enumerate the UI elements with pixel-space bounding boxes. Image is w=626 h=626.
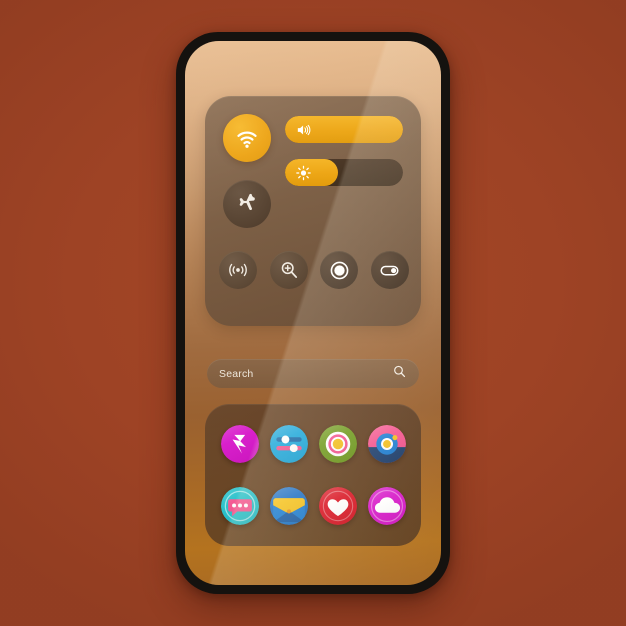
brightness-icon: [295, 164, 312, 181]
app-icon-settings[interactable]: [269, 425, 308, 463]
app-icon-gallery[interactable]: [318, 425, 357, 463]
camera-lens-icon: [367, 425, 406, 463]
app-icon-mail[interactable]: [269, 487, 308, 525]
phone-device: Search: [176, 32, 450, 594]
app-icon-camera[interactable]: [367, 425, 406, 463]
app-icon-bolt[interactable]: [220, 425, 259, 463]
app-cell-messages[interactable]: [218, 480, 261, 532]
app-cell-health[interactable]: [316, 480, 359, 532]
envelope-icon: [269, 487, 308, 525]
app-icon-health[interactable]: [318, 487, 357, 525]
airplane-mode-toggle-button[interactable]: [223, 180, 271, 228]
heart-icon: [318, 487, 357, 525]
phone-screen: Search: [185, 41, 441, 585]
search-icon[interactable]: [392, 364, 407, 384]
quick-actions-row: [219, 248, 409, 292]
app-icon-cloud[interactable]: [367, 487, 406, 525]
app-grid: [218, 418, 408, 532]
wifi-icon: [237, 131, 257, 148]
app-cell-camera[interactable]: [365, 418, 408, 470]
target-rings-icon: [318, 425, 357, 463]
record-circle-icon: [330, 261, 349, 279]
app-cell-bolt[interactable]: [218, 418, 261, 470]
search-bar[interactable]: Search: [207, 359, 419, 388]
cloud-icon: [367, 487, 406, 525]
screen-record-button[interactable]: [320, 251, 359, 289]
hotspot-icon: [229, 263, 247, 277]
app-cell-cloud[interactable]: [365, 480, 408, 532]
control-center-panel: [205, 96, 421, 326]
app-cell-gallery[interactable]: [316, 418, 359, 470]
app-dock-panel: [205, 404, 421, 546]
toggle-switch-icon: [380, 265, 399, 275]
magnifier-plus-icon: [281, 262, 297, 278]
wifi-toggle-button[interactable]: [223, 114, 271, 162]
chat-bubble-icon: [220, 487, 259, 525]
quick-toggle-button[interactable]: [370, 251, 409, 289]
brightness-slider[interactable]: [285, 159, 403, 186]
app-icon-messages[interactable]: [220, 487, 259, 525]
volume-slider[interactable]: [285, 116, 403, 143]
sliders-icon: [269, 425, 308, 463]
app-cell-settings[interactable]: [267, 418, 310, 470]
hotspot-button[interactable]: [219, 251, 257, 289]
search-input[interactable]: Search: [219, 368, 392, 380]
volume-icon: [295, 121, 312, 138]
magnifier-button[interactable]: [269, 251, 308, 289]
app-cell-mail[interactable]: [267, 480, 310, 532]
lightning-bolt-icon: [220, 425, 259, 463]
airplane-icon: [239, 193, 255, 210]
